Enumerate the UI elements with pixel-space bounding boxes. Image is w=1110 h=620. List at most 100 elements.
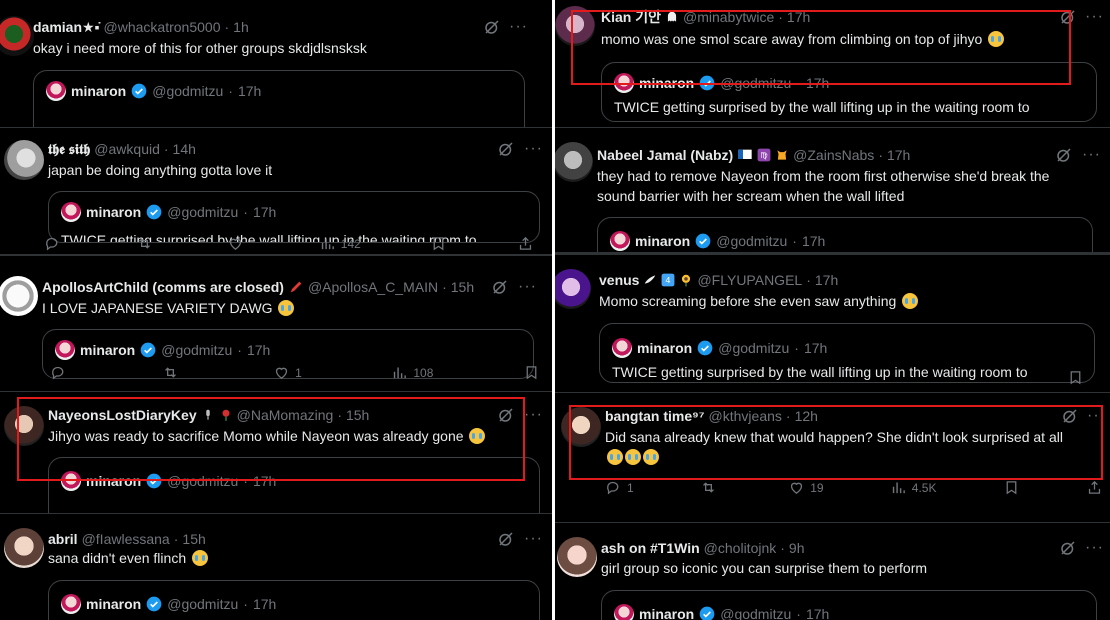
avatar[interactable] (555, 269, 591, 309)
timestamp[interactable]: 15h (182, 530, 205, 548)
timestamp[interactable]: 17h (887, 146, 910, 164)
quoted-tweet[interactable]: minaron @godmitzu · 17h TWICE getting su… (599, 323, 1095, 383)
quoted-tweet[interactable]: minaron @godmitzu · 17h (48, 580, 540, 620)
author-name[interactable]: Nabeel Jamal (Nabz) (597, 146, 733, 164)
author-name[interactable]: Kian 기안 (601, 8, 661, 26)
grok-icon[interactable] (497, 140, 515, 158)
grok-icon[interactable] (1059, 539, 1077, 557)
timestamp[interactable]: 12h (795, 407, 818, 425)
grok-icon[interactable] (491, 278, 509, 296)
avatar[interactable] (557, 537, 597, 577)
quoted-tweet[interactable]: minaron @godmitzu · 17h (33, 70, 525, 127)
more-options-icon[interactable]: ··· (1082, 147, 1101, 163)
avatar[interactable] (4, 528, 44, 568)
views-button[interactable]: 142 (319, 235, 361, 252)
author-handle[interactable]: @fIawlessana (82, 530, 170, 548)
left-reply-column[interactable]: damian★▪︎̇ @whackatron5000 · 1h ··· okay… (0, 0, 552, 620)
repost-button[interactable] (136, 235, 158, 252)
tweet-text: Jihyo was ready to sacrifice Momo while … (48, 426, 486, 446)
timestamp[interactable]: 17h (787, 8, 810, 26)
more-options-icon[interactable]: ··· (518, 279, 537, 295)
timestamp[interactable]: 17h (815, 271, 838, 289)
avatar[interactable] (4, 140, 44, 180)
more-options-icon[interactable]: ··· (524, 407, 543, 423)
timestamp[interactable]: 14h (173, 140, 196, 158)
reply-tweet[interactable]: Nabeel Jamal (Nabz) ♍ @ZainsNabs · 17h ·… (555, 128, 1110, 253)
avatar[interactable] (0, 276, 38, 316)
bookmark-button[interactable] (430, 235, 447, 252)
avatar[interactable] (0, 16, 34, 56)
reply-button[interactable] (50, 364, 72, 381)
author-handle[interactable]: @cholitojnk (704, 539, 777, 557)
more-options-icon[interactable]: ··· (509, 19, 528, 35)
share-button[interactable] (1086, 479, 1103, 496)
timestamp[interactable]: 15h (451, 278, 474, 296)
like-button[interactable]: 19 (788, 479, 824, 496)
bookmark-button[interactable] (1003, 479, 1020, 496)
bookmark-button[interactable] (1067, 369, 1084, 386)
reply-tweet[interactable]: NayeonsLostDiaryKey @NaMomazing · 15h ··… (0, 392, 552, 514)
timestamp[interactable]: 1h (233, 18, 249, 36)
grok-icon[interactable] (1061, 407, 1079, 425)
views-button[interactable]: 4.5K (890, 479, 936, 496)
bookmark-button[interactable] (523, 364, 540, 381)
quoted-tweet[interactable]: minaron @godmitzu · 17h (48, 457, 540, 513)
timestamp[interactable]: 9h (789, 539, 805, 557)
more-options-icon[interactable]: ··· (1085, 9, 1104, 25)
author-handle[interactable]: @FLYUPANGEL (697, 271, 802, 289)
reply-tweet[interactable]: venus 4 @FLYUPANGEL · 17h Momo screaming… (555, 253, 1110, 393)
avatar[interactable] (555, 142, 593, 182)
reply-button[interactable]: 1 (605, 479, 634, 496)
reply-count: 1 (627, 480, 634, 495)
author-name[interactable]: NayeonsLostDiaryKey (48, 406, 197, 424)
reply-button[interactable] (44, 235, 66, 252)
emoji-line (605, 447, 1063, 467)
author-handle[interactable]: @whackatron5000 (104, 18, 221, 36)
more-options-icon[interactable]: ··· (1087, 408, 1106, 424)
author-name[interactable]: damian★▪︎̇ (33, 18, 100, 36)
quoted-author-handle: @godmitzu (720, 75, 792, 91)
grok-icon[interactable] (497, 406, 515, 424)
more-options-icon[interactable]: ··· (524, 531, 543, 547)
author-name[interactable]: ApollosArtChild (comms are closed) (42, 278, 284, 296)
author-name[interactable]: abril (48, 530, 78, 548)
author-handle[interactable]: @ZainsNabs (793, 146, 874, 164)
author-handle[interactable]: @minabytwice (683, 8, 774, 26)
grok-icon[interactable] (1059, 8, 1077, 26)
right-reply-column[interactable]: Kian 기안 @minabytwice · 17h ··· momo was … (552, 0, 1110, 620)
share-button[interactable] (517, 235, 534, 252)
author-name[interactable]: ash on #T1Win (601, 539, 700, 557)
grok-icon[interactable] (497, 530, 515, 548)
avatar[interactable] (561, 407, 601, 447)
reply-tweet[interactable]: abril @fIawlessana · 15h ··· sana didn't… (0, 514, 552, 620)
quoted-tweet[interactable]: minaron @godmitzu · 17h (597, 217, 1093, 252)
more-options-icon[interactable]: ··· (524, 141, 543, 157)
author-name[interactable]: bangtan time⁹⁷ (605, 407, 705, 425)
reply-tweet[interactable]: bangtan time⁹⁷ @kthvjeans · 12h ··· Did … (555, 393, 1110, 523)
like-button[interactable] (227, 235, 249, 252)
reply-tweet[interactable]: ash on #T1Win @cholitojnk · 9h ··· girl … (555, 523, 1110, 620)
author-name[interactable]: venus (599, 271, 639, 289)
quoted-tweet[interactable]: minaron @godmitzu · 17h TWICE getting su… (601, 62, 1097, 122)
separator-dot: · (796, 606, 801, 620)
reply-tweet[interactable]: Kian 기안 @minabytwice · 17h ··· momo was … (555, 0, 1110, 128)
avatar[interactable] (4, 406, 44, 446)
avatar[interactable] (555, 6, 595, 46)
author-handle[interactable]: @awkquid (94, 140, 160, 158)
reply-tweet[interactable]: damian★▪︎̇ @whackatron5000 · 1h ··· okay… (0, 0, 552, 128)
like-button[interactable]: 1 (273, 364, 302, 381)
author-handle[interactable]: @ApollosA_C_MAIN (308, 278, 438, 296)
repost-button[interactable] (700, 479, 722, 496)
more-options-icon[interactable]: ··· (1085, 540, 1104, 556)
author-name[interactable]: 𝖙𝖍𝖊 𝖘𝖎𝖙𝖍 (48, 140, 90, 158)
timestamp[interactable]: 15h (346, 406, 369, 424)
grok-icon[interactable] (483, 18, 501, 36)
author-handle[interactable]: @kthvjeans (709, 407, 782, 425)
repost-button[interactable] (162, 364, 184, 381)
reply-tweet[interactable]: 𝖙𝖍𝖊 𝖘𝖎𝖙𝖍 @awkquid · 14h ··· japan be doi… (0, 128, 552, 255)
reply-tweet[interactable]: ApollosArtChild (comms are closed) @Apol… (0, 255, 552, 392)
author-handle[interactable]: @NaMomazing (237, 406, 334, 424)
quoted-tweet[interactable]: minaron @godmitzu · 17h (601, 590, 1097, 620)
views-button[interactable]: 108 (391, 364, 433, 381)
grok-icon[interactable] (1055, 146, 1073, 164)
